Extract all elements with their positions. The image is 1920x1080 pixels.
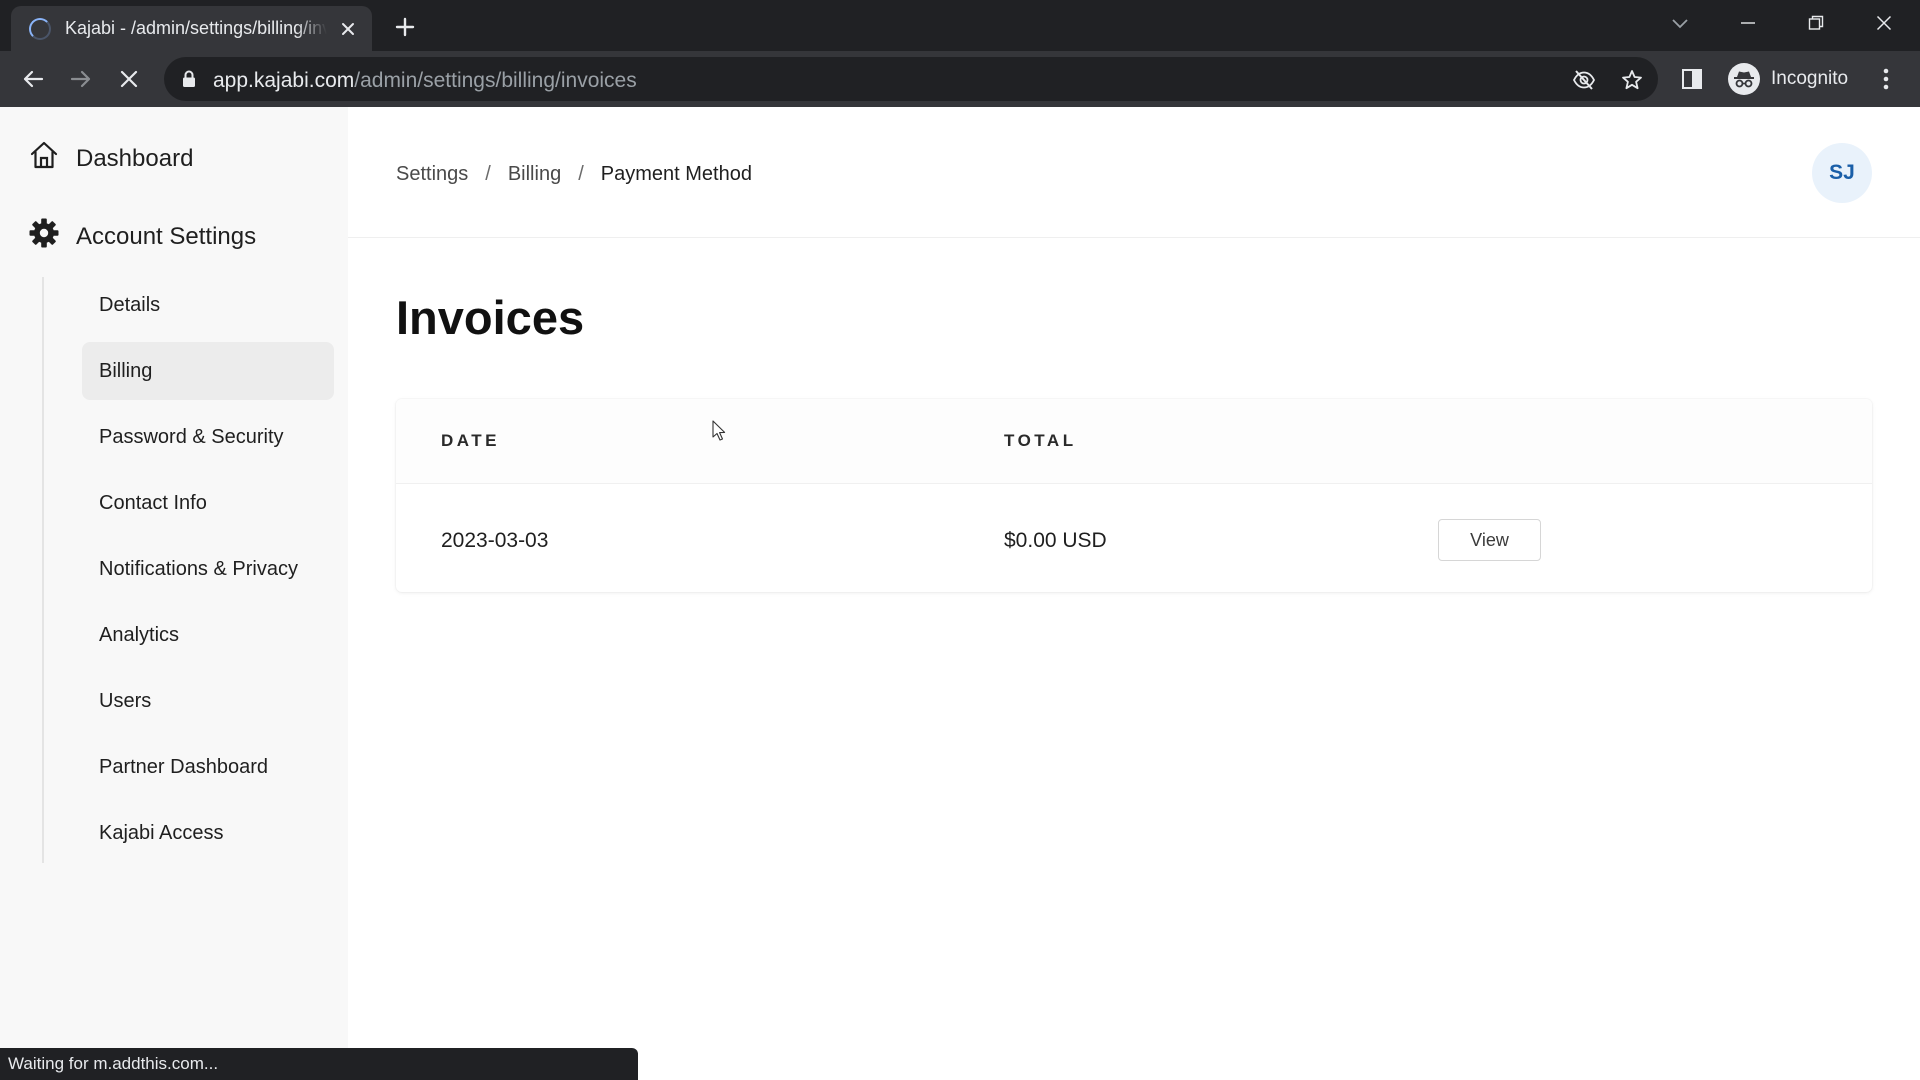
sidebar-item-partner-dashboard[interactable]: Partner Dashboard [82,738,334,796]
settings-sidebar: Dashboard Account Settings Details Billi… [0,107,348,1080]
sidebar-item-billing[interactable]: Billing [82,342,334,400]
sidebar-item-label: Contact Info [99,491,207,514]
url-text: app.kajabi.com/admin/settings/billing/in… [213,69,637,93]
eye-slash-icon[interactable] [1571,67,1597,93]
breadcrumb-current: Payment Method [600,163,752,185]
incognito-label: Incognito [1771,68,1849,89]
invoices-table: DATE TOTAL 2023-03-03 $0.00 USD View [396,399,1872,592]
sidebar-item-label: Kajabi Access [99,821,224,844]
view-invoice-button[interactable]: View [1438,519,1541,561]
breadcrumb-billing-link[interactable]: Billing [508,163,561,186]
stop-loading-icon[interactable] [113,63,145,95]
sidebar-item-contact-info[interactable]: Contact Info [82,474,334,532]
sidebar-item-notifications-privacy[interactable]: Notifications & Privacy [82,540,334,598]
account-settings-label: Account Settings [76,222,257,250]
tab-title: Kajabi - /admin/settings/billing/invoice… [65,18,327,38]
sidebar-account-settings-link[interactable]: Account Settings [28,217,256,256]
breadcrumb-separator: / [485,163,491,185]
sidebar-item-label: Billing [99,359,153,382]
table-header: DATE TOTAL [396,399,1872,484]
url-path: /admin/settings/billing/invoices [354,69,637,92]
invoice-date: 2023-03-03 [441,529,549,552]
url-host: app.kajabi.com [213,69,355,92]
column-header-total: TOTAL [1004,431,1077,450]
restore-window-icon[interactable] [1798,8,1834,38]
sidebar-tree-rail [42,277,44,863]
incognito-profile-button[interactable]: Incognito [1722,57,1862,101]
sidebar-item-kajabi-access[interactable]: Kajabi Access [82,804,334,862]
minimize-window-icon[interactable] [1730,8,1766,38]
browser-toolbar: app.kajabi.com/admin/settings/billing/in… [0,51,1920,107]
incognito-icon [1728,63,1760,95]
sidebar-dashboard-link[interactable]: Dashboard [28,139,193,178]
page-title: Invoices [396,291,585,344]
breadcrumb: Settings / Billing / Payment Method [396,163,752,186]
main-content: Settings / Billing / Payment Method SJ I… [348,107,1920,1080]
mouse-cursor-icon [712,420,726,447]
column-header-date: DATE [441,431,501,450]
sidebar-item-users[interactable]: Users [82,672,334,730]
gear-icon [28,217,60,256]
breadcrumb-separator: / [578,163,584,185]
sidebar-item-password-security[interactable]: Password & Security [82,408,334,466]
user-avatar[interactable]: SJ [1812,143,1872,203]
back-arrow-icon[interactable] [17,63,49,95]
dashboard-label: Dashboard [76,144,194,172]
sidebar-item-label: Password & Security [99,425,284,448]
new-tab-plus-icon[interactable] [390,12,420,42]
header-divider [348,237,1920,238]
tab-search-chevron-icon[interactable] [1662,8,1698,38]
sidebar-item-label: Details [99,293,161,316]
sidebar-item-label: Users [99,689,152,712]
forward-arrow-icon[interactable] [65,63,97,95]
sidebar-item-label: Notifications & Privacy [99,557,298,580]
address-bar[interactable]: app.kajabi.com/admin/settings/billing/in… [164,57,1658,101]
home-icon [28,139,60,178]
lock-icon[interactable] [182,70,196,93]
breadcrumb-settings-link[interactable]: Settings [396,163,468,186]
loading-spinner-icon [29,17,51,40]
close-tab-icon[interactable] [338,19,358,39]
browser-tab-bar: Kajabi - /admin/settings/billing/invoice… [0,0,1920,51]
browser-tab[interactable]: Kajabi - /admin/settings/billing/invoice… [11,6,372,51]
browser-status-bar: Waiting for m.addthis.com... [0,1048,638,1080]
sidebar-item-analytics[interactable]: Analytics [82,606,334,664]
side-panel-icon[interactable] [1676,63,1708,95]
bookmark-star-icon[interactable] [1619,67,1645,93]
sidebar-item-label: Partner Dashboard [99,755,268,778]
invoice-total: $0.00 USD [1004,529,1107,552]
sidebar-item-details[interactable]: Details [82,276,334,334]
sidebar-item-label: Analytics [99,623,180,646]
close-window-icon[interactable] [1866,8,1902,38]
browser-menu-kebab-icon[interactable] [1870,63,1902,95]
